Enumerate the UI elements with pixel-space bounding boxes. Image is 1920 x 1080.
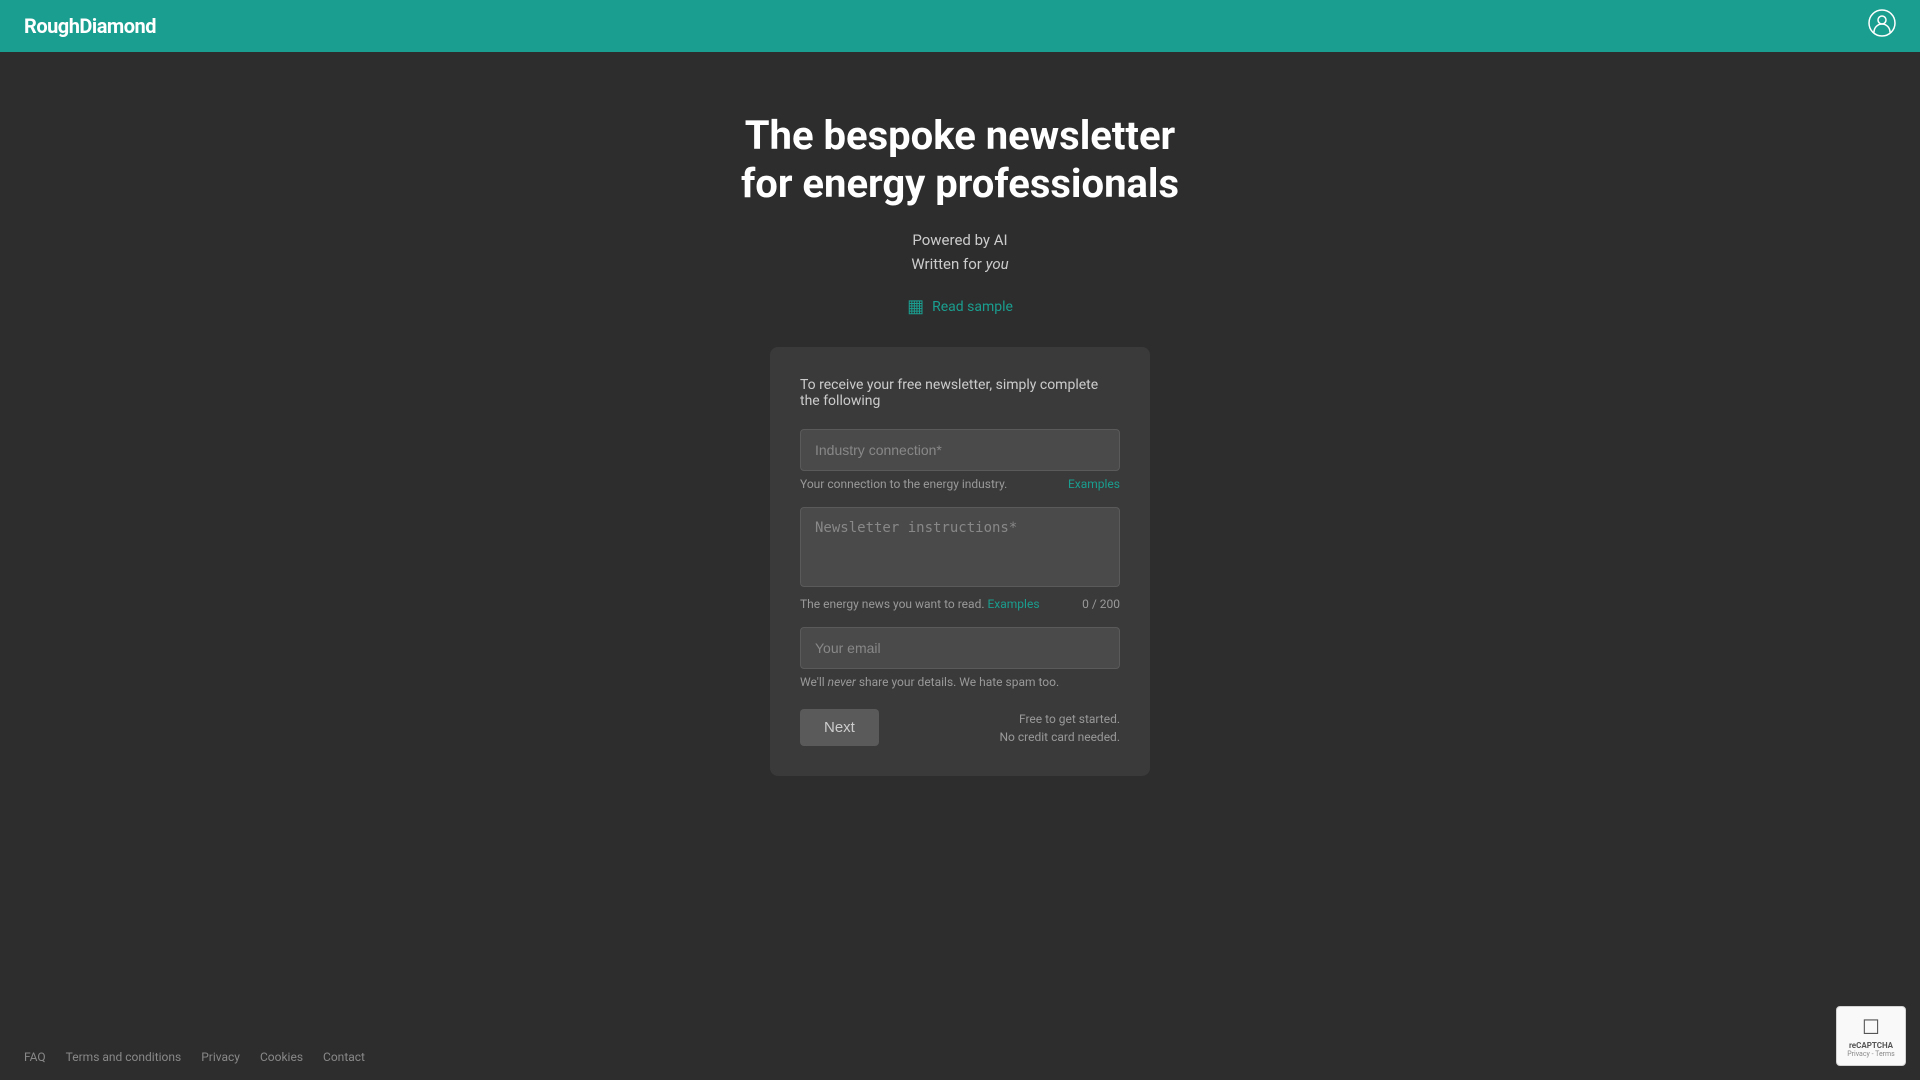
spam-note: We'll never share your details. We hate …	[800, 675, 1120, 689]
footer-link-faq[interactable]: FAQ	[24, 1050, 46, 1064]
form-footer: Next Free to get started. No credit card…	[800, 709, 1120, 746]
hero-title: The bespoke newsletter for energy profes…	[741, 112, 1179, 208]
newsletter-instructions-textarea[interactable]	[800, 507, 1120, 587]
footer-link-terms-and-conditions[interactable]: Terms and conditions	[66, 1050, 182, 1064]
free-note: Free to get started. No credit card need…	[1000, 710, 1121, 746]
form-intro: To receive your free newsletter, simply …	[800, 377, 1120, 409]
industry-connection-input[interactable]	[800, 429, 1120, 471]
logo: RoughDiamond	[24, 14, 156, 38]
industry-connection-group: Your connection to the energy industry. …	[800, 429, 1120, 491]
newsletter-hint: The energy news you want to read. Exampl…	[800, 597, 1120, 611]
industry-examples-link[interactable]: Examples	[1068, 477, 1120, 491]
next-button[interactable]: Next	[800, 709, 879, 746]
newsletter-instructions-group: The energy news you want to read. Exampl…	[800, 507, 1120, 611]
footer-link-contact[interactable]: Contact	[323, 1050, 365, 1064]
account-icon[interactable]	[1868, 9, 1896, 44]
email-input[interactable]	[800, 627, 1120, 669]
form-container: To receive your free newsletter, simply …	[770, 347, 1150, 776]
industry-hint: Your connection to the energy industry. …	[800, 477, 1120, 491]
footer-link-cookies[interactable]: Cookies	[260, 1050, 303, 1064]
email-group: We'll never share your details. We hate …	[800, 627, 1120, 689]
recaptcha-icon: ☐	[1862, 1015, 1880, 1039]
char-count: 0 / 200	[1082, 597, 1120, 611]
hero-subtitle: Powered by AI Written for you	[911, 228, 1008, 276]
footer-link-privacy[interactable]: Privacy	[201, 1050, 240, 1064]
read-sample-link[interactable]: ▦ Read sample	[907, 296, 1013, 317]
footer: FAQ Terms and conditions Privacy Cookies Con…	[0, 1034, 1920, 1080]
header: RoughDiamond	[0, 0, 1920, 52]
main-content: The bespoke newsletter for energy profes…	[0, 52, 1920, 1034]
read-sample-icon: ▦	[907, 296, 924, 317]
recaptcha-badge: ☐ reCAPTCHA Privacy - Terms	[1836, 1006, 1906, 1066]
newsletter-examples-link[interactable]: Examples	[987, 597, 1039, 611]
